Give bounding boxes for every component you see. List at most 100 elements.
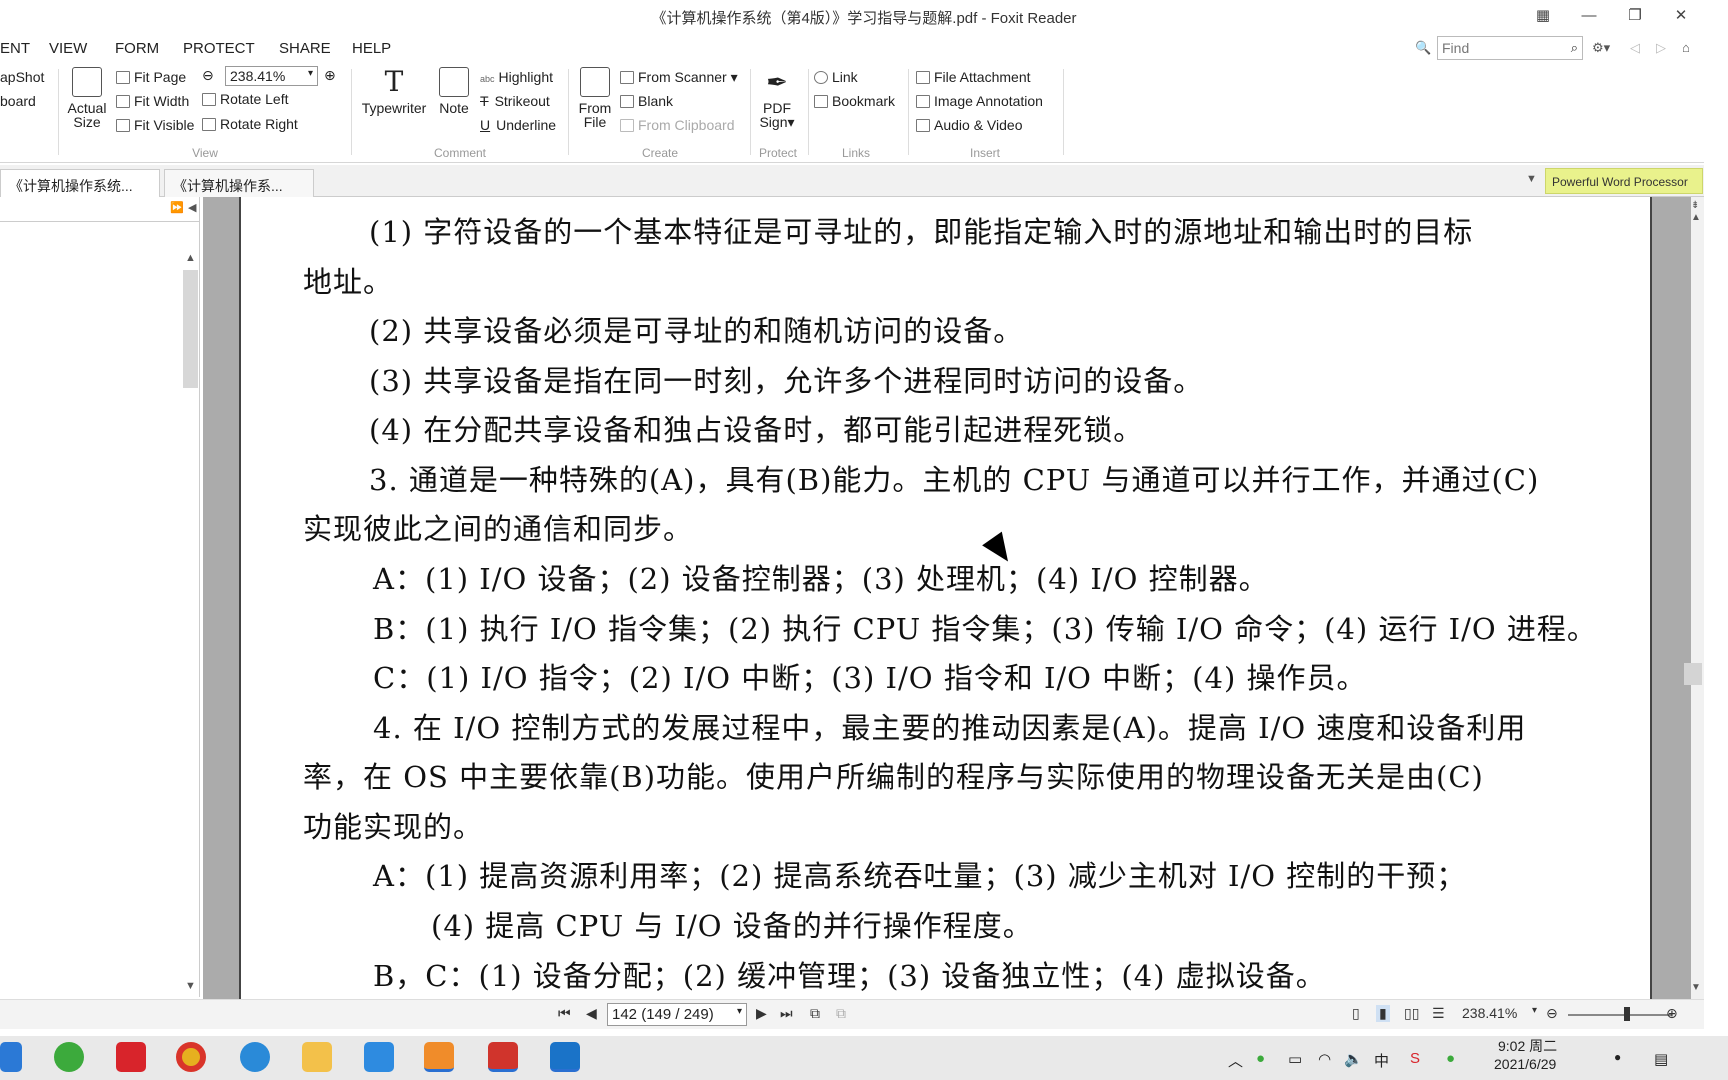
fit-visible-button[interactable]: Fit Visible [116, 117, 194, 133]
zoom-in-icon[interactable]: ⊕ [1666, 1005, 1678, 1022]
tray-app-icon[interactable]: ● [1256, 1050, 1265, 1067]
next-page-icon[interactable]: ▶ [756, 1005, 767, 1022]
scroll-up-icon[interactable]: ▲ [185, 252, 196, 264]
settings-icon[interactable]: ⚙▾ [1592, 40, 1610, 56]
zoom-out-icon[interactable]: ⊖ [1546, 1005, 1558, 1022]
clock-time[interactable]: 9:02 周二 [1498, 1036, 1557, 1056]
layout-icon[interactable]: ▦ [1528, 4, 1558, 28]
from-clipboard-button[interactable]: From Clipboard [620, 117, 734, 133]
tab-list-chevron-icon[interactable]: ▼ [1526, 173, 1537, 185]
zoom-out-icon[interactable]: ⊖ [202, 67, 214, 84]
close-button[interactable]: ✕ [1666, 4, 1696, 28]
single-page-icon[interactable]: ▯ [1352, 1005, 1360, 1022]
foxit-taskbar-icon[interactable] [424, 1042, 454, 1072]
menu-view[interactable]: VIEW [49, 40, 87, 57]
facing-page-icon[interactable]: ▯▯ [1404, 1005, 1419, 1022]
minimize-button[interactable]: — [1574, 4, 1604, 28]
zoom-slider[interactable] [1568, 1014, 1672, 1016]
wps-icon[interactable] [488, 1042, 518, 1072]
snapshot-button[interactable]: apShot [0, 69, 44, 85]
search-icon[interactable]: ⌕ [1571, 40, 1578, 56]
actual-size-button[interactable]: Actual Size [64, 67, 110, 129]
page-number-input[interactable]: 142 (149 / 249) ▾ [607, 1003, 747, 1026]
document-tab[interactable]: 《计算机操作系统... ✕ [0, 169, 160, 212]
ime-indicator[interactable]: 中 [1374, 1050, 1389, 1071]
note-button[interactable]: Note [434, 67, 474, 115]
zoom-select[interactable]: 238.41% ▾ [225, 66, 318, 86]
from-file-button[interactable]: From File [574, 67, 616, 129]
tray-green-icon[interactable]: ● [1446, 1050, 1455, 1067]
blank-button[interactable]: Blank [620, 93, 673, 109]
menu-help[interactable]: HELP [352, 40, 391, 57]
document-scrollbar-thumb[interactable] [1684, 663, 1702, 685]
search-input[interactable]: Find ⌕ [1437, 36, 1583, 60]
menu-comment[interactable]: ENT [0, 40, 30, 57]
maximize-button[interactable]: ❐ [1620, 4, 1650, 28]
sogou-icon[interactable]: S [1410, 1050, 1420, 1067]
next-view-icon[interactable]: ⧉ [836, 1005, 846, 1022]
collapse-ribbon-icon[interactable]: ⌂ [1682, 40, 1690, 55]
strikeout-button[interactable]: T Strikeout [480, 93, 550, 109]
volume-icon[interactable]: 🔈 [1344, 1050, 1363, 1068]
feishu-icon[interactable] [364, 1042, 394, 1072]
last-page-icon[interactable]: ⏭ [780, 1005, 793, 1022]
text-line: (3) 共享设备是指在同一时刻，允许多个进程同时访问的设备。 [369, 364, 1204, 398]
clock-date[interactable]: 2021/6/29 [1494, 1056, 1556, 1072]
menu-form[interactable]: FORM [115, 40, 159, 57]
group-label-view: View [192, 146, 218, 160]
clipboard-button[interactable]: board [0, 93, 36, 109]
zoom-slider-thumb[interactable] [1624, 1007, 1630, 1021]
wifi-icon[interactable]: ◠ [1318, 1050, 1331, 1068]
next-view-icon[interactable]: ▷ [1656, 40, 1666, 56]
scroll-up-icon[interactable]: ▲ [1691, 212, 1701, 223]
document-tab[interactable]: 《计算机操作系... [164, 169, 314, 197]
find-folder-icon[interactable]: 🔍 [1415, 40, 1431, 56]
audio-video-button[interactable]: Audio & Video [916, 117, 1022, 133]
menu-share[interactable]: SHARE [279, 40, 331, 57]
photos-icon[interactable] [550, 1042, 580, 1072]
split-icon[interactable]: ⇟ [1691, 200, 1699, 211]
group-label-insert: Insert [969, 146, 1000, 160]
pdf-sign-button[interactable]: ✒ PDF Sign▾ [754, 67, 800, 129]
show-hidden-icons-icon[interactable]: ︿ [1228, 1050, 1243, 1071]
continuous-page-icon[interactable]: ▮ [1376, 1005, 1390, 1022]
action-center-icon[interactable]: ▤ [1654, 1050, 1668, 1068]
file-attachment-button[interactable]: File Attachment [916, 69, 1031, 85]
collapse-pane-icon[interactable]: ◀ [188, 201, 196, 214]
browser-icon[interactable] [240, 1042, 270, 1072]
scroll-down-icon[interactable]: ▼ [185, 980, 196, 992]
status-zoom-value[interactable]: 238.41% [1462, 1005, 1517, 1021]
prev-view-icon[interactable]: ◁ [1630, 40, 1640, 56]
highlight-button[interactable]: abc Highlight [480, 69, 553, 85]
typewriter-button[interactable]: T Typewriter [358, 67, 430, 116]
from-scanner-button[interactable]: From Scanner ▾ [620, 69, 738, 86]
rotate-right-button[interactable]: Rotate Right [202, 116, 298, 132]
link-button[interactable]: Link [814, 69, 858, 85]
chevron-down-icon[interactable]: ▾ [1532, 1005, 1537, 1016]
fit-page-button[interactable]: Fit Page [116, 69, 186, 85]
youdao-icon[interactable] [116, 1042, 146, 1072]
ie-browser-icon[interactable] [54, 1042, 84, 1072]
underline-button[interactable]: U Underline [480, 117, 556, 133]
ad-banner[interactable]: Powerful Word Processor [1545, 168, 1703, 194]
file-explorer-icon[interactable] [302, 1042, 332, 1072]
rotate-left-button[interactable]: Rotate Left [202, 91, 289, 107]
mail-app-icon[interactable] [0, 1042, 22, 1072]
image-annotation-button[interactable]: Image Annotation [916, 93, 1043, 109]
chrome-icon[interactable] [176, 1042, 206, 1072]
first-page-icon[interactable]: ⏮ [558, 1005, 571, 1022]
text-line: 4. 在 I/O 控制方式的发展过程中，最主要的推动因素是(A)。提高 I/O … [373, 711, 1527, 745]
previous-view-icon[interactable]: ⧉ [810, 1005, 820, 1022]
battery-icon[interactable]: ▭ [1288, 1050, 1302, 1068]
prev-page-icon[interactable]: ◀ [586, 1005, 597, 1022]
bookmark-button[interactable]: Bookmark [814, 93, 895, 109]
fit-width-button[interactable]: Fit Width [116, 93, 189, 109]
expand-pane-icon[interactable]: ⏩ [170, 201, 184, 214]
menu-protect[interactable]: PROTECT [183, 40, 255, 57]
scroll-down-icon[interactable]: ▼ [1691, 982, 1701, 993]
nav-scrollbar-thumb[interactable] [183, 270, 198, 388]
continuous-facing-icon[interactable]: ☰ [1432, 1005, 1445, 1022]
document-scrollbar[interactable] [1691, 197, 1704, 999]
zoom-in-icon[interactable]: ⊕ [324, 67, 336, 84]
pdf-page[interactable]: (1) 字符设备的一个基本特征是可寻址的，即能指定输入时的源地址和输出时的目标 … [239, 197, 1652, 999]
